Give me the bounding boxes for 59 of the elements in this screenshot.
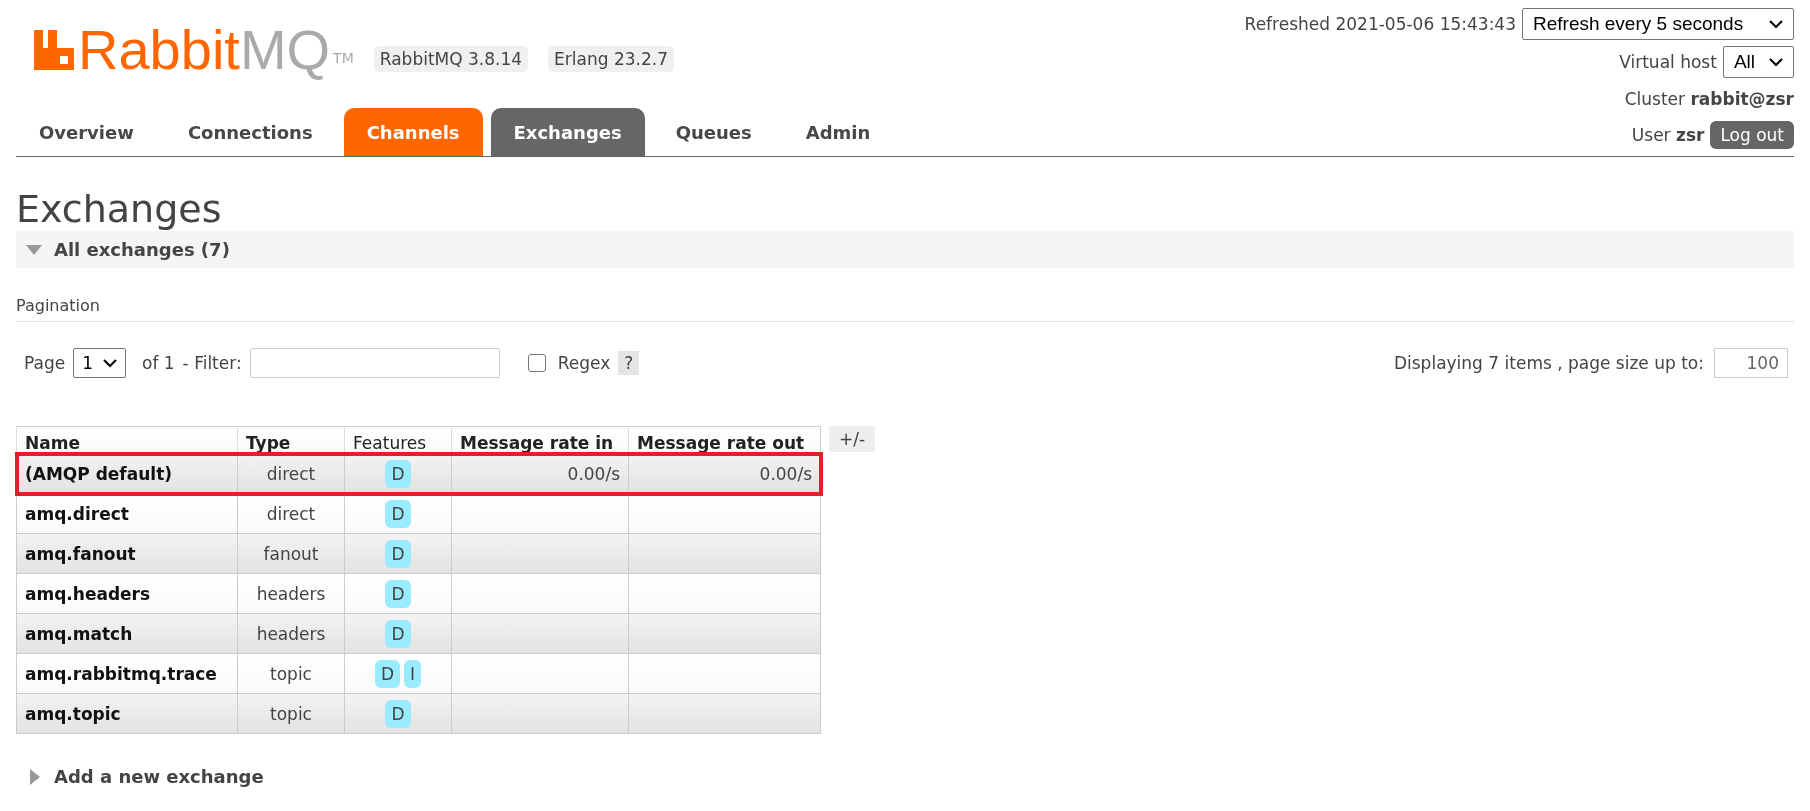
- nav-tab[interactable]: Connections: [164, 108, 336, 156]
- table-cell[interactable]: amq.fanout: [16, 533, 238, 574]
- logout-button[interactable]: Log out: [1710, 121, 1794, 149]
- feature-badge: D: [385, 699, 411, 728]
- filter-label: - Filter:: [182, 353, 242, 373]
- feature-badge: D: [385, 499, 411, 528]
- rabbitmq-logo: RabbitMQ TM: [34, 22, 354, 78]
- chevron-icon: [103, 358, 117, 368]
- nav-tab[interactable]: Admin: [782, 108, 894, 156]
- regex-label: Regex: [557, 353, 611, 373]
- page-title: Exchanges: [16, 187, 223, 231]
- table-cell[interactable]: amq.match: [16, 613, 238, 654]
- filter-input[interactable]: [249, 348, 500, 378]
- columns-toggle-button[interactable]: +/-: [829, 426, 876, 452]
- table-cell: topic: [237, 653, 345, 694]
- section-header[interactable]: All exchanges (7): [16, 231, 1794, 268]
- nav-tab[interactable]: Exchanges: [490, 108, 645, 156]
- table-cell[interactable]: amq.direct: [16, 493, 238, 534]
- table-cell[interactable]: amq.rabbitmq.trace: [16, 653, 238, 694]
- table-cell: direct: [237, 493, 345, 534]
- feature-badge: D: [374, 659, 401, 688]
- version-label: RabbitMQ 3.8.14: [373, 46, 529, 72]
- feature-badge: D: [385, 539, 411, 568]
- nav-tab[interactable]: Overview: [16, 108, 157, 156]
- regex-checkbox[interactable]: [527, 354, 546, 372]
- section-title: Add a new exchange: [54, 766, 264, 787]
- section-title: All exchanges (7): [54, 239, 230, 260]
- feature-badge: I: [404, 659, 422, 688]
- displaying-text: Displaying 7 items , page size up to:: [1393, 353, 1704, 373]
- chevron-icon: [1769, 19, 1783, 29]
- table-cell: headers: [237, 573, 345, 614]
- nav-tab[interactable]: Queues: [652, 108, 775, 156]
- virtual-host-select[interactable]: All: [1722, 46, 1794, 78]
- table-cell[interactable]: amq.topic: [16, 693, 238, 734]
- table-cell: direct: [237, 453, 345, 494]
- page-select[interactable]: 1: [73, 348, 126, 378]
- table-cell: 0.00/s: [759, 463, 812, 484]
- cluster-label: Cluster rabbit@zsr: [1624, 89, 1794, 109]
- refresh-select[interactable]: Refresh every 5 seconds: [1522, 8, 1794, 40]
- table-cell[interactable]: (AMQP default): [16, 453, 238, 494]
- version-label: Erlang 23.2.7: [548, 46, 674, 72]
- feature-badge: D: [385, 579, 411, 608]
- page-size-input[interactable]: 100: [1714, 348, 1788, 378]
- table-cell: 0.00/s: [567, 463, 620, 484]
- page-label: Page: [24, 353, 66, 373]
- section-header[interactable]: Add a new exchange: [16, 766, 1794, 787]
- table-cell: topic: [237, 693, 345, 734]
- help-button[interactable]: ?: [618, 351, 640, 375]
- pagination-heading: Pagination: [16, 296, 1794, 322]
- chevron-icon: [1769, 57, 1783, 67]
- refreshed-time: Refreshed 2021-05-06 15:43:43: [1244, 14, 1516, 34]
- virtual-host-label: Virtual host: [1619, 52, 1717, 72]
- table-cell: fanout: [237, 533, 345, 574]
- table-cell: headers: [237, 613, 345, 654]
- feature-badge: D: [385, 459, 411, 488]
- user-label: User zsr: [1631, 125, 1705, 145]
- page-count: of 1: [142, 353, 175, 373]
- table-cell[interactable]: amq.headers: [16, 573, 238, 614]
- feature-badge: D: [385, 619, 411, 648]
